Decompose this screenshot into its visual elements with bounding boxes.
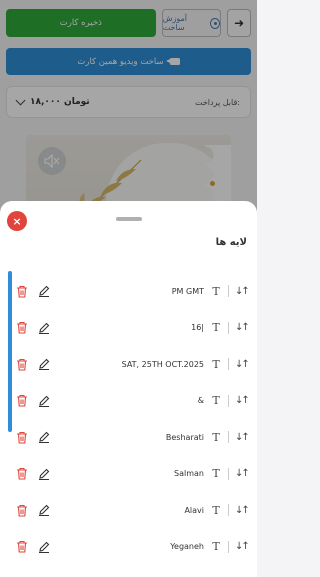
divider [228,504,229,517]
layer-actions [14,285,50,298]
sheet-title: لایه ها [215,237,247,248]
divider [228,321,229,334]
layer-info: PM GMT T ↓↑ [171,284,250,298]
layer-actions [14,358,50,371]
text-type-icon: T [212,430,220,444]
text-type-icon: T [212,540,220,554]
layer-info: Yeganeh T ↓↑ [170,540,250,554]
layer-name: Besharati [165,432,204,442]
text-type-icon: T [212,284,220,298]
pencil-icon[interactable] [38,541,50,553]
reorder-icon[interactable]: ↓↑ [235,322,250,333]
reorder-icon[interactable]: ↓↑ [235,359,250,370]
layer-name: PM GMT [171,286,204,296]
layer-info: Besharati T ↓↑ [165,430,250,444]
layer-name: Yeganeh [170,542,204,552]
pencil-icon[interactable] [38,358,50,371]
layer-row[interactable]: Yeganeh T ↓↑ [14,529,250,566]
layer-actions [14,467,50,480]
layer-info: Alavi T ↓↑ [184,503,250,517]
close-sheet-button[interactable]: × [7,211,27,231]
text-type-icon: T [212,503,220,517]
text-type-icon: T [212,321,220,335]
layer-row[interactable]: Salman T ↓↑ [14,456,250,493]
reorder-icon[interactable]: ↓↑ [235,468,250,479]
pencil-icon[interactable] [38,468,50,480]
text-type-icon: T [212,394,220,408]
reorder-icon[interactable]: ↓↑ [235,505,250,516]
layer-actions [14,540,50,553]
trash-icon[interactable] [16,358,28,371]
layer-info: SAT, 25TH OCT.2025 T ↓↑ [121,357,250,371]
layer-actions [14,394,50,407]
layer-name: & [197,396,204,406]
divider [228,394,229,407]
reorder-icon[interactable]: ↓↑ [235,395,250,406]
trash-icon[interactable] [16,394,28,407]
pencil-icon[interactable] [38,431,50,444]
trash-icon[interactable] [16,467,28,480]
layer-row[interactable]: Alavi T ↓↑ [14,492,250,529]
trash-icon[interactable] [16,321,28,334]
layer-row[interactable]: Besharati T ↓↑ [14,419,250,456]
trash-icon[interactable] [16,504,28,517]
layer-actions [14,504,50,517]
layer-info: Salman T ↓↑ [174,467,250,481]
layer-info: 16| T ↓↑ [191,321,250,335]
layer-actions [14,431,50,444]
layer-name: 16| [191,323,204,333]
text-type-icon: T [212,357,220,371]
divider [228,467,229,480]
divider [228,540,229,553]
trash-icon[interactable] [16,540,28,553]
layers-sheet: × لایه ها PM GMT T ↓↑ 16| T ↓↑ SAT, 25TH… [0,201,257,577]
layer-name: SAT, 25TH OCT.2025 [121,359,204,369]
pencil-icon[interactable] [38,395,50,407]
reorder-icon[interactable]: ↓↑ [235,432,250,443]
layer-name: Alavi [184,505,204,515]
trash-icon[interactable] [16,285,28,298]
layer-list: PM GMT T ↓↑ 16| T ↓↑ SAT, 25TH OCT.2025 … [14,273,250,566]
sheet-drag-handle[interactable] [116,217,142,221]
scrollbar[interactable] [8,271,12,432]
layer-name: Salman [174,469,204,479]
layer-row[interactable]: SAT, 25TH OCT.2025 T ↓↑ [14,346,250,383]
divider [228,431,229,444]
close-icon: × [12,214,22,228]
divider [228,358,229,371]
reorder-icon[interactable]: ↓↑ [235,541,250,552]
layer-actions [14,321,50,334]
layer-row[interactable]: 16| T ↓↑ [14,310,250,347]
divider [228,285,229,298]
layer-row[interactable]: PM GMT T ↓↑ [14,273,250,310]
trash-icon[interactable] [16,431,28,444]
layer-row[interactable]: & T ↓↑ [14,383,250,420]
text-type-icon: T [212,467,220,481]
pencil-icon[interactable] [38,504,50,517]
pencil-icon[interactable] [38,285,50,298]
pencil-icon[interactable] [38,322,50,334]
layer-info: & T ↓↑ [197,394,250,408]
reorder-icon[interactable]: ↓↑ [235,286,250,297]
